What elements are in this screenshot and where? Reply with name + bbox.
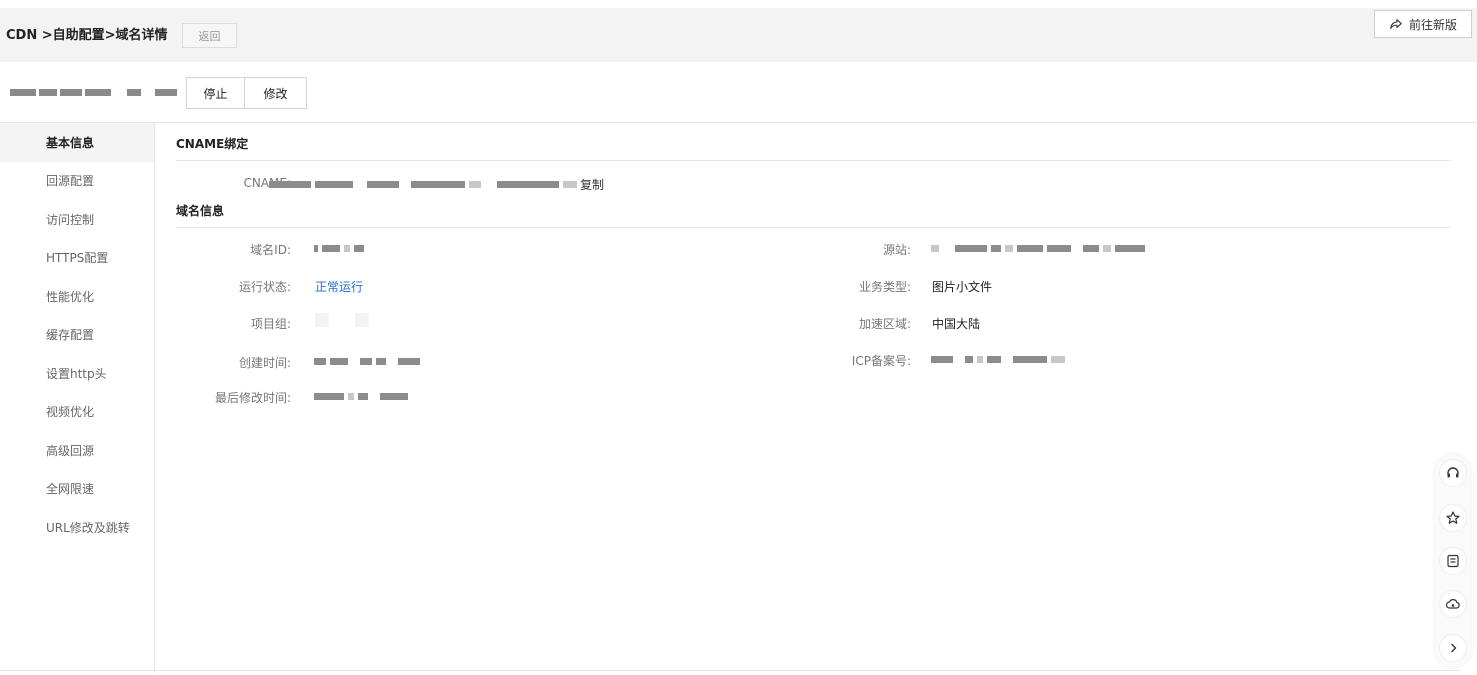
status-value: 正常运行	[315, 280, 364, 294]
sidebar-item-basic-info[interactable]: 基本信息	[0, 123, 154, 162]
modified-time-label: 最后修改时间:	[214, 391, 291, 405]
document-icon[interactable]	[1439, 547, 1467, 575]
masked-created-time	[314, 358, 420, 365]
domain-section-title: 域名信息	[176, 204, 225, 218]
edit-button[interactable]: 修改	[245, 77, 307, 109]
sidebar-item-http-headers[interactable]: 设置http头	[0, 354, 154, 393]
status-label: 运行状态:	[238, 280, 291, 294]
biz-type-label: 业务类型:	[858, 280, 911, 294]
masked-origin-value	[931, 245, 1145, 252]
origin-label: 源站:	[882, 243, 911, 257]
share-arrow-icon	[1390, 19, 1402, 29]
bottom-divider	[0, 670, 1460, 671]
masked-domain-name	[10, 89, 177, 96]
new-version-label: 前往新版	[1408, 17, 1457, 32]
masked-icp-value	[931, 356, 1065, 363]
masked-modified-time	[314, 393, 408, 400]
domain-id-label: 域名ID:	[250, 243, 291, 257]
copy-cname-link[interactable]: 复制	[580, 176, 604, 193]
sidebar-item-performance[interactable]: 性能优化	[0, 277, 154, 316]
divider	[176, 160, 1451, 161]
biz-type-value: 图片小文件	[932, 280, 993, 294]
masked-cname-value	[269, 181, 577, 188]
domain-action-bar: 停止 修改	[0, 62, 1477, 123]
breadcrumb: CDN >自助配置>域名详情	[6, 28, 168, 43]
region-label: 加速区域:	[858, 317, 911, 331]
main-content: CNAME绑定 CNAME: 复制 域名信息 域名ID: 运行状态: 正常运行 …	[155, 123, 1455, 673]
top-strip	[0, 0, 1477, 8]
sidebar-item-https-config[interactable]: HTTPS配置	[0, 239, 154, 278]
sidebar-item-speed-limit[interactable]: 全网限速	[0, 470, 154, 509]
sidebar-item-origin-config[interactable]: 回源配置	[0, 162, 154, 201]
sidebar-item-cache-config[interactable]: 缓存配置	[0, 316, 154, 355]
sidebar: 基本信息 回源配置 访问控制 HTTPS配置 性能优化 缓存配置 设置http头…	[0, 123, 155, 673]
floating-toolbar	[1435, 454, 1471, 667]
cname-section-title: CNAME绑定	[176, 137, 249, 151]
star-icon[interactable]	[1439, 504, 1467, 532]
sidebar-item-access-control[interactable]: 访问控制	[0, 200, 154, 239]
sidebar-item-url-rewrite[interactable]: URL修改及跳转	[0, 508, 154, 547]
masked-domain-id	[314, 245, 364, 252]
headset-icon[interactable]	[1439, 459, 1467, 487]
created-time-label: 创建时间:	[238, 356, 291, 370]
sidebar-item-video-optimization[interactable]: 视频优化	[0, 393, 154, 432]
sidebar-item-advanced-origin[interactable]: 高级回源	[0, 431, 154, 470]
project-label: 项目组:	[250, 317, 291, 331]
region-value: 中国大陆	[932, 317, 981, 331]
chevron-right-icon[interactable]	[1439, 634, 1467, 662]
icp-label: ICP备案号:	[851, 354, 911, 368]
new-version-button[interactable]: 前往新版	[1374, 10, 1472, 38]
page-header: CDN >自助配置>域名详情 返回 前往新版	[0, 8, 1477, 62]
back-button[interactable]: 返回	[182, 23, 237, 48]
masked-project-value	[315, 313, 369, 327]
stop-button[interactable]: 停止	[186, 77, 245, 109]
divider	[176, 227, 1451, 228]
cloud-icon[interactable]	[1439, 590, 1467, 618]
